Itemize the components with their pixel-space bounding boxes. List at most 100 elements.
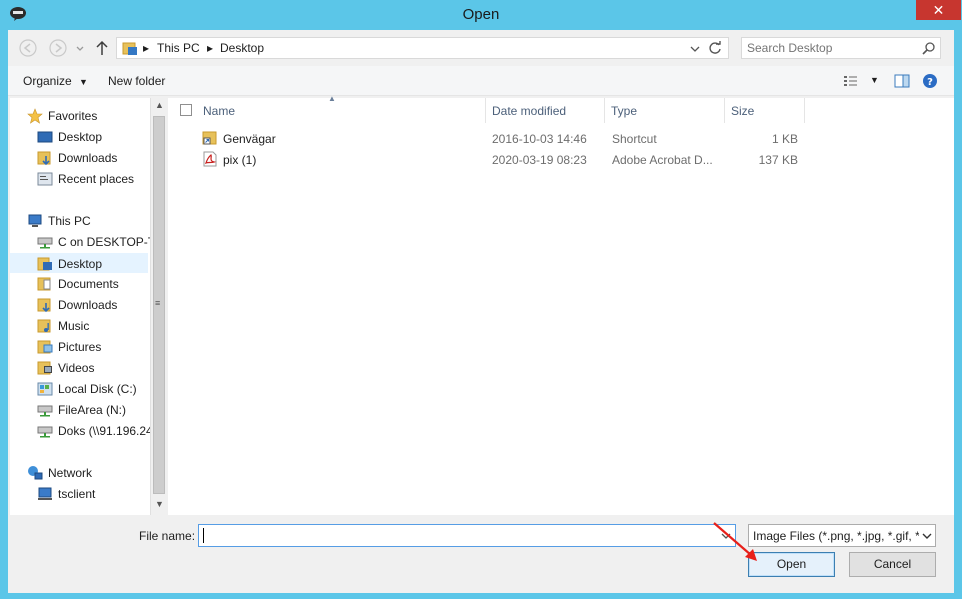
sidebar-item-label: Favorites (48, 109, 98, 123)
organize-label: Organize (23, 74, 72, 88)
file-date: 2020-03-19 08:23 (492, 153, 587, 167)
computer-icon (28, 214, 42, 227)
cancel-button[interactable]: Cancel (849, 552, 936, 577)
grip-icon: ≡ (155, 298, 161, 308)
view-options-icon[interactable] (843, 75, 859, 87)
downloads-folder-icon (37, 151, 51, 166)
search-icon[interactable] (922, 41, 936, 55)
view-dropdown-chevron-icon[interactable]: ▼ (870, 75, 879, 85)
annotation-arrow-icon (713, 522, 757, 561)
preview-pane-icon[interactable] (894, 73, 910, 89)
column-label: Name (203, 104, 236, 118)
help-icon[interactable]: ? (922, 73, 938, 89)
sidebar-item-doks[interactable]: Doks (\\91.196.24 (10, 421, 153, 441)
up-arrow-icon[interactable] (94, 39, 110, 57)
chevron-down-icon: ▼ (79, 77, 88, 87)
filter-dropdown-icon[interactable] (922, 531, 932, 541)
pictures-folder-icon (37, 340, 53, 354)
organize-button[interactable]: Organize ▼ (23, 74, 88, 88)
sidebar-item-downloads-favorite[interactable]: Downloads (10, 148, 148, 168)
file-row[interactable]: Genvägar 2016-10-03 14:46 Shortcut 1 KB (168, 128, 808, 149)
back-arrow-icon[interactable] (18, 39, 38, 57)
navigation-scrollbar[interactable]: ▲ ≡ ▼ (150, 98, 165, 515)
sidebar-item-desktop[interactable]: Desktop (10, 253, 148, 273)
sort-ascending-icon: ▲ (328, 94, 336, 103)
search-input[interactable] (747, 40, 917, 56)
svg-text:?: ? (927, 77, 933, 88)
sidebar-item-videos[interactable]: Videos (10, 358, 148, 378)
sidebar-item-label: C on DESKTOP-T (58, 235, 156, 249)
breadcrumb-this-pc[interactable]: This PC (157, 41, 200, 55)
sidebar-item-label: tsclient (58, 487, 96, 501)
sidebar-item-documents[interactable]: Documents (10, 274, 148, 294)
breadcrumb-separator-icon: ▸ (143, 41, 150, 55)
sidebar-item-label: This PC (48, 214, 91, 228)
sidebar-item-desktop-favorite[interactable]: Desktop (10, 127, 148, 147)
file-type: Shortcut (612, 132, 657, 146)
address-bar[interactable]: ▸ This PC ▸ Desktop (116, 37, 729, 59)
sidebar-item-label: Documents (58, 277, 119, 291)
sidebar-item-local-disk-c[interactable]: Local Disk (C:) (10, 379, 148, 399)
sidebar-item-label: Network (48, 466, 93, 480)
recent-locations-chevron-icon[interactable] (74, 39, 86, 57)
navigation-pane: Favorites Desktop Downloads Recent place… (10, 98, 165, 515)
tsclient-icon (38, 487, 52, 500)
network-drive-icon (37, 405, 53, 417)
address-dropdown-icon[interactable] (689, 43, 701, 55)
breadcrumb-separator-icon: ▸ (207, 41, 214, 55)
search-box[interactable] (741, 37, 941, 59)
sidebar-item-label: FileArea (N:) (58, 403, 127, 417)
sidebar-item-music[interactable]: Music (10, 316, 148, 336)
sidebar-item-label: Pictures (58, 340, 102, 354)
column-label: Date modified (492, 104, 567, 118)
sidebar-item-downloads[interactable]: Downloads (10, 295, 148, 315)
command-toolbar: Organize ▼ New folder ▼ ? (8, 66, 954, 96)
text-cursor (203, 528, 204, 543)
network-icon (28, 466, 43, 480)
file-type: Adobe Acrobat D... (612, 153, 713, 167)
new-folder-button[interactable]: New folder (108, 74, 165, 88)
open-dialog: Open ✕ ▸ This PC ▸ Desktop Search Deskto… (0, 0, 962, 599)
file-name: Genvägar (223, 132, 276, 146)
sidebar-item-label: Music (58, 319, 90, 333)
column-header-name[interactable]: Name ▲ (168, 94, 486, 123)
select-all-checkbox[interactable] (180, 104, 192, 116)
videos-folder-icon (37, 361, 52, 375)
file-size: 1 KB (771, 132, 798, 146)
scrollbar-thumb[interactable]: ≡ (153, 116, 165, 494)
column-label: Size (731, 104, 755, 118)
sidebar-item-filearea-n[interactable]: FileArea (N:) (10, 400, 148, 420)
sidebar-item-label: Doks (\\91.196.24 (58, 424, 153, 438)
sidebar-item-recent-places[interactable]: Recent places (10, 169, 148, 189)
sidebar-item-network[interactable]: Network (10, 463, 148, 483)
column-header-date-modified[interactable]: Date modified (486, 98, 605, 123)
music-folder-icon (37, 319, 51, 333)
sidebar-item-c-on-desktop[interactable]: C on DESKTOP-T (10, 232, 155, 252)
column-header-type[interactable]: Type (605, 98, 725, 123)
scroll-up-icon[interactable]: ▲ (155, 100, 164, 110)
close-icon: ✕ (932, 2, 945, 18)
breadcrumb-desktop[interactable]: Desktop (220, 41, 264, 55)
sidebar-item-this-pc[interactable]: This PC (10, 211, 148, 231)
shortcut-folder-icon (202, 131, 217, 145)
file-date: 2016-10-03 14:46 (492, 132, 587, 146)
file-size: 137 KB (758, 153, 798, 167)
forward-arrow-icon[interactable] (48, 39, 68, 57)
sidebar-item-label: Local Disk (C:) (58, 382, 137, 396)
pdf-icon (203, 151, 217, 167)
sidebar-item-favorites[interactable]: Favorites (10, 106, 148, 126)
close-button[interactable]: ✕ (916, 0, 961, 20)
open-button[interactable]: Open (748, 552, 835, 577)
sidebar-item-label: Downloads (58, 298, 118, 312)
file-type-filter-select[interactable]: Image Files (*.png, *.jpg, *.gif, * (748, 524, 936, 547)
sidebar-item-label: Desktop (58, 257, 103, 271)
refresh-icon[interactable] (708, 41, 722, 55)
window-title: Open (462, 6, 500, 23)
network-drive-icon (37, 426, 53, 438)
scroll-down-icon[interactable]: ▼ (155, 499, 164, 509)
column-header-size[interactable]: Size (725, 98, 805, 123)
sidebar-item-pictures[interactable]: Pictures (10, 337, 148, 357)
file-row[interactable]: pix (1) 2020-03-19 08:23 Adobe Acrobat D… (168, 149, 808, 170)
file-name-combobox[interactable] (198, 524, 736, 547)
sidebar-item-tsclient[interactable]: tsclient (10, 484, 148, 504)
